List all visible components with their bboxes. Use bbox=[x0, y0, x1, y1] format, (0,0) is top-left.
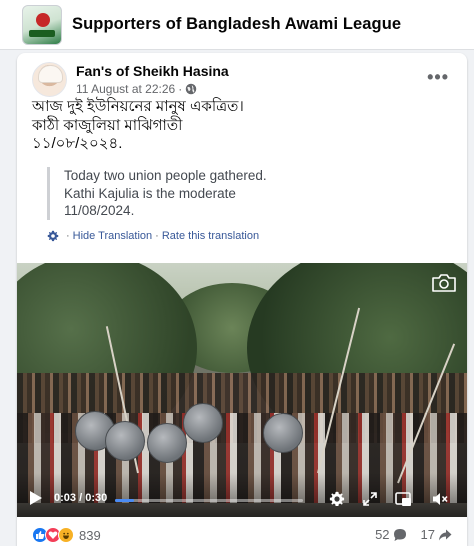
translation-line: 11/08/2024. bbox=[64, 203, 135, 218]
rate-translation-link[interactable]: Rate this translation bbox=[162, 230, 259, 242]
picture-in-picture-icon[interactable] bbox=[395, 491, 411, 507]
video-frame-shield bbox=[105, 421, 145, 461]
reactions-summary[interactable]: 839 bbox=[32, 527, 101, 543]
meta-separator: · bbox=[178, 81, 183, 96]
group-header: Supporters of Bangladesh Awami League bbox=[0, 0, 474, 50]
fullscreen-expand-icon[interactable] bbox=[362, 491, 378, 507]
post-meta: 11 August at 22:26 · bbox=[76, 81, 229, 97]
time-separator: / bbox=[76, 492, 86, 504]
post-original-text: আজ দুই ইউনিয়নের মানুষ একত্রিত। কাঠী কাজ… bbox=[32, 98, 452, 154]
globe-icon bbox=[185, 83, 197, 94]
cover-emblem bbox=[36, 12, 50, 27]
comment-bubble-icon bbox=[393, 528, 406, 541]
comment-count: 52 bbox=[375, 527, 390, 542]
translation-line: Kathi Kajulia is the moderate bbox=[64, 185, 236, 201]
play-icon[interactable] bbox=[29, 490, 43, 506]
video-player[interactable]: 0:03 / 0:30 bbox=[17, 263, 467, 517]
translation-links: · Hide Translation · Rate this translati… bbox=[47, 230, 259, 242]
post-timestamp[interactable]: 11 August at 22:26 bbox=[76, 81, 175, 97]
current-time: 0:03 bbox=[54, 492, 77, 504]
video-timecode: 0:03 / 0:30 bbox=[54, 492, 107, 504]
post-header: Fan's of Sheikh Hasina 11 August at 22:2… bbox=[32, 62, 229, 97]
haha-reaction-icon bbox=[58, 527, 74, 543]
video-duration: 0:30 bbox=[85, 492, 108, 504]
video-frame-shield bbox=[147, 423, 187, 463]
video-progress-fill bbox=[115, 499, 134, 502]
video-controls: 0:03 / 0:30 bbox=[17, 473, 467, 517]
translated-text: Today two union people gathered. Kathi K… bbox=[47, 167, 447, 220]
reaction-count[interactable]: 839 bbox=[79, 528, 101, 543]
video-frame-shield bbox=[263, 413, 303, 453]
group-name[interactable]: Supporters of Bangladesh Awami League bbox=[72, 15, 401, 34]
share-count-button[interactable]: 17 bbox=[421, 527, 452, 542]
reaction-icons bbox=[32, 527, 74, 543]
share-count: 17 bbox=[420, 527, 435, 542]
camera-icon[interactable] bbox=[431, 273, 457, 293]
settings-gear-icon[interactable] bbox=[329, 491, 345, 507]
hide-translation-link[interactable]: Hide Translation bbox=[73, 230, 153, 242]
link-separator: · bbox=[155, 230, 159, 242]
cover-banner bbox=[29, 29, 55, 37]
author-avatar[interactable] bbox=[32, 62, 67, 97]
muted-speaker-icon[interactable] bbox=[432, 491, 448, 507]
translation-line: Today two union people gathered. bbox=[64, 168, 267, 183]
comment-count-button[interactable]: 52 bbox=[375, 527, 406, 542]
engagement-stats: 52 17 bbox=[361, 527, 452, 542]
post-text-line: কাঠী কাজুলিয়া মাঝিগাতী bbox=[32, 116, 183, 134]
video-frame-shield bbox=[183, 403, 223, 443]
link-separator: · bbox=[66, 230, 70, 242]
avatar-headscarf bbox=[38, 65, 63, 83]
more-options-button[interactable]: ••• bbox=[427, 67, 449, 88]
author-name[interactable]: Fan's of Sheikh Hasina bbox=[76, 63, 229, 80]
post-text-line: আজ দুই ইউনিয়নের মানুষ একত্রিত। bbox=[32, 98, 244, 115]
post-text-line: ১১/০৮/২০২৪. bbox=[32, 135, 123, 152]
gear-icon[interactable] bbox=[47, 230, 59, 242]
group-cover-thumbnail[interactable] bbox=[22, 4, 62, 45]
author-block: Fan's of Sheikh Hasina 11 August at 22:2… bbox=[76, 63, 229, 97]
video-progress-bar[interactable] bbox=[115, 499, 303, 502]
share-arrow-icon bbox=[439, 529, 452, 540]
post-card: Fan's of Sheikh Hasina 11 August at 22:2… bbox=[17, 53, 467, 546]
